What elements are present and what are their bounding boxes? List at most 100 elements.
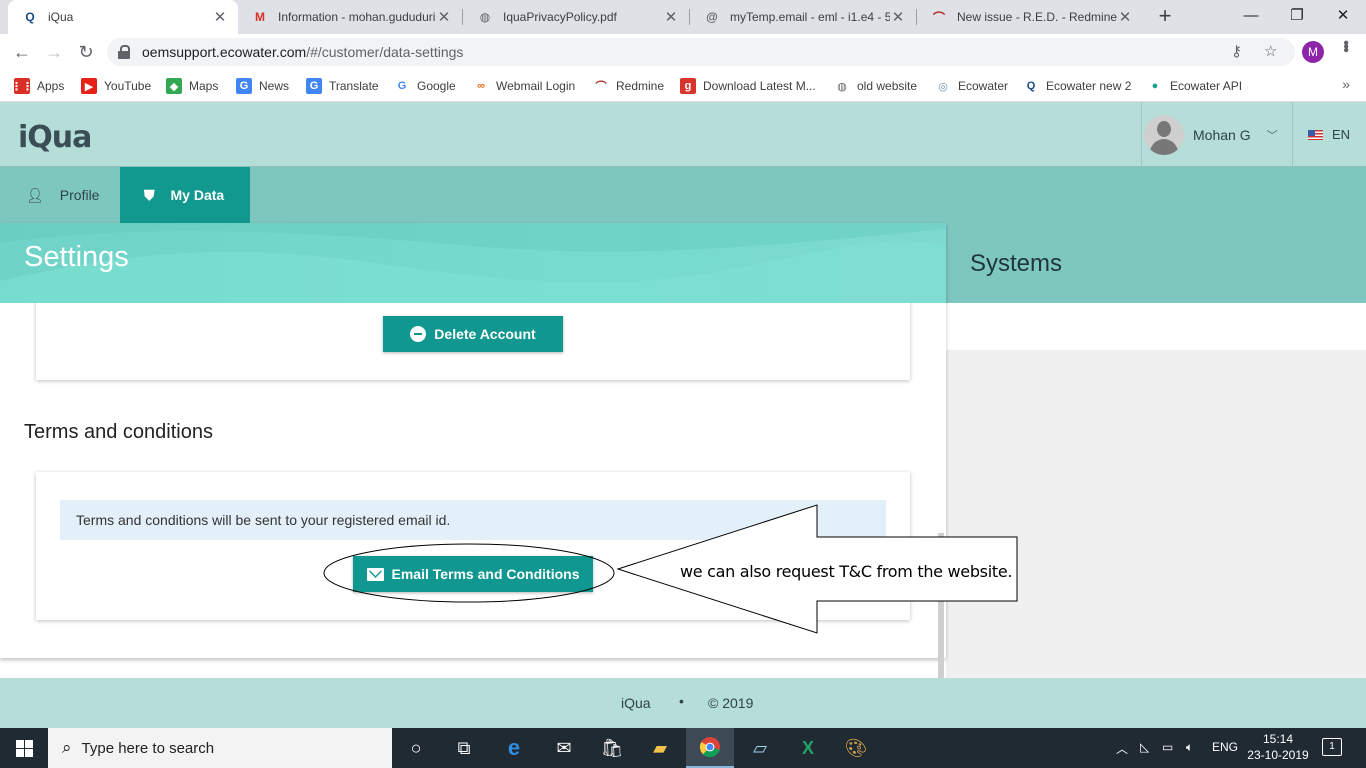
scrollbar[interactable] (938, 533, 944, 678)
battery-icon[interactable]: ▭ (1162, 740, 1173, 754)
bookmark-star-icon[interactable]: ☆ (1264, 42, 1277, 60)
bookmark-ecowater-new-2[interactable]: Q Ecowater new 2 (1023, 76, 1131, 96)
bookmark-label: Google (417, 79, 456, 93)
tab-privacy-pdf[interactable]: ◍ IquaPrivacyPolicy.pdf ✕ (463, 0, 689, 34)
bookmark-youtube[interactable]: ▶ YouTube (81, 76, 151, 96)
person-icon: 👤︎ (26, 186, 44, 203)
edge-icon[interactable]: e (490, 728, 538, 768)
bookmark-ecowater-api[interactable]: ● Ecowater API (1147, 76, 1242, 96)
chrome-icon[interactable] (686, 728, 734, 768)
language-selector[interactable]: EN (1308, 102, 1350, 167)
tab-my-data[interactable]: ⛊ My Data (120, 167, 250, 223)
user-name: Mohan G (1193, 126, 1251, 143)
excel-icon[interactable]: X (784, 728, 832, 768)
tab-mytemp-email[interactable]: @ myTemp.email - eml - i1.e4 - 5 ✕ (690, 0, 916, 34)
systems-body (946, 350, 1366, 678)
window-close-icon[interactable]: ✕ (1320, 0, 1366, 34)
close-icon[interactable]: ✕ (436, 8, 452, 26)
button-label: Delete Account (434, 326, 536, 342)
search-icon: ⌕ (62, 738, 72, 757)
clock-time: 15:14 (1262, 732, 1294, 746)
network-icon[interactable]: ◺ (1140, 740, 1149, 754)
globe-icon: ◍ (834, 78, 850, 94)
mail-icon (366, 567, 384, 581)
bookmark-apps[interactable]: ⋮⋮ Apps (11, 76, 64, 96)
bookmark-label: YouTube (104, 79, 152, 93)
bookmark-translate[interactable]: G Translate (306, 76, 379, 96)
key-icon[interactable]: ⚷ (1231, 42, 1242, 60)
cortana-icon[interactable]: ○ (392, 728, 440, 768)
tab-redmine[interactable]: ⌒ New issue - R.E.D. - Redmine ✕ (917, 0, 1143, 34)
chevron-up-icon[interactable]: ︿ (1116, 740, 1128, 757)
close-icon[interactable]: ✕ (1117, 8, 1133, 26)
system-clock[interactable]: 15:14 23-10-2019 (1246, 731, 1310, 763)
reload-icon[interactable]: ↻ (74, 40, 98, 64)
tab-gmail[interactable]: M Information - mohan.gududuri ✕ (238, 0, 462, 34)
bookmark-google[interactable]: G Google (394, 76, 456, 96)
address-bar[interactable]: oemsupport.ecowater.com/#/customer/data-… (107, 38, 1295, 66)
tab-title: IquaPrivacyPolicy.pdf (503, 10, 617, 24)
download-icon: g (680, 78, 696, 94)
notepad-icon[interactable]: ▱ (736, 728, 784, 768)
bookmark-label: Maps (189, 79, 219, 93)
new-tab-button[interactable]: + (1153, 5, 1177, 29)
bookmark-old-website[interactable]: ◍ old website (834, 76, 917, 96)
bookmark-ecowater[interactable]: ◎ Ecowater (935, 76, 1008, 96)
email-terms-button[interactable]: Email Terms and Conditions (353, 556, 593, 592)
delete-account-button[interactable]: Delete Account (383, 316, 563, 352)
bookmark-download[interactable]: g Download Latest M... (680, 76, 816, 96)
tab-iqua[interactable]: Q iQua ✕ (8, 0, 238, 34)
tab-profile[interactable]: 👤︎ Profile (0, 167, 120, 223)
clock-date: 23-10-2019 (1247, 748, 1309, 762)
bookmarks-bar: ⋮⋮ Apps ▶ YouTube ◆ Maps G News G Translate G… (0, 70, 1366, 102)
browser-toolbar: ← → ↻ oemsupport.ecowater.com/#/customer… (0, 34, 1366, 70)
apps-grid-icon: ⋮⋮ (11, 78, 33, 94)
bookmark-redmine[interactable]: ⌒ Redmine (593, 76, 664, 96)
chrome-menu-icon[interactable]: ••• (1336, 40, 1354, 51)
tab-title: New issue - R.E.D. - Redmine (957, 10, 1117, 24)
profile-avatar[interactable]: M (1302, 41, 1324, 63)
volume-icon[interactable]: 🔈︎ (1186, 740, 1193, 755)
footer-brand: iQua (621, 695, 651, 711)
taskbar-search-input[interactable]: ⌕ Type here to search (48, 728, 392, 768)
tab-title: Information - mohan.gududuri (278, 10, 436, 24)
windows-start-icon[interactable] (0, 728, 48, 768)
settings-header: Settings (0, 223, 946, 303)
file-explorer-icon[interactable]: ▰ (636, 728, 684, 768)
systems-header: Systems (946, 223, 1366, 303)
tab-title: myTemp.email - eml - i1.e4 - 5 (730, 10, 890, 24)
bookmark-webmail[interactable]: ∞ Webmail Login (473, 76, 575, 96)
bookmark-maps[interactable]: ◆ Maps (166, 76, 218, 96)
page-title: Settings (24, 241, 129, 273)
sub-navigation: 👤︎ Profile ⛊ My Data (0, 167, 1366, 223)
bookmark-news[interactable]: G News (236, 76, 289, 96)
avatar (1144, 114, 1184, 155)
user-menu[interactable]: Mohan G ﹀ (1141, 102, 1293, 167)
footer-copyright: © 2019 (708, 695, 754, 711)
notification-center-icon[interactable]: 1 (1322, 738, 1342, 756)
minimize-icon[interactable]: — (1228, 0, 1274, 34)
minus-circle-icon (410, 326, 427, 342)
search-placeholder: Type here to search (81, 739, 215, 757)
back-arrow-icon[interactable]: ← (10, 40, 34, 64)
store-icon[interactable]: 🛍︎ (588, 728, 636, 768)
redmine-icon: ⌒ (932, 10, 945, 25)
close-icon[interactable]: ✕ (212, 8, 228, 26)
callout-text: we can also request T&C from the website… (680, 562, 1013, 581)
iqua-logo[interactable]: iQua (18, 120, 92, 155)
close-icon[interactable]: ✕ (663, 8, 679, 26)
close-icon[interactable]: ✕ (890, 8, 906, 26)
forward-arrow-icon[interactable]: → (42, 40, 66, 64)
task-view-icon[interactable]: ⧉ (440, 728, 488, 768)
restore-icon[interactable]: ❐ (1274, 0, 1320, 34)
more-bookmarks-chevron-icon[interactable]: » (1342, 76, 1350, 92)
input-language[interactable]: ENG (1212, 740, 1238, 754)
terms-info-text: Terms and conditions will be sent to you… (60, 500, 886, 540)
gmail-icon: M (255, 10, 265, 24)
lock-icon[interactable] (118, 45, 130, 59)
paint-icon[interactable]: 🎨︎ (832, 728, 880, 768)
url-text[interactable]: oemsupport.ecowater.com/#/customer/data-… (142, 44, 463, 60)
translate-icon: G (306, 78, 322, 94)
mail-icon[interactable]: ✉ (540, 728, 588, 768)
google-icon: G (394, 78, 410, 94)
